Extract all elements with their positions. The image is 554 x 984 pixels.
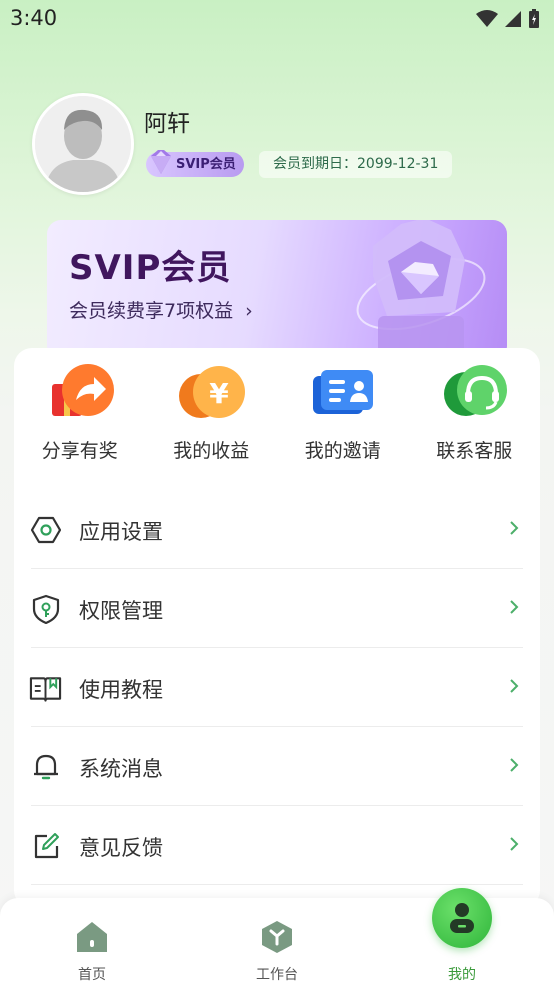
nav-label: 首页: [78, 967, 106, 983]
svg-text:¥: ¥: [210, 377, 230, 410]
diamond-badge-icon: [151, 150, 171, 174]
menu-item-feedback[interactable]: 意见反馈: [31, 806, 523, 885]
bell-icon: [34, 754, 58, 780]
membership-expire: 会员到期日：2099-12-31: [259, 151, 453, 178]
avatar[interactable]: [32, 93, 134, 195]
chevron-right-icon: [509, 757, 519, 777]
menu-item-label: 应用设置: [79, 520, 163, 544]
menu-item-label: 系统消息: [79, 757, 163, 781]
signal-icon: [505, 11, 521, 27]
menu-item-permissions[interactable]: 权限管理: [31, 569, 523, 648]
quick-action-label: 我的收益: [173, 440, 250, 462]
settings-menu: 应用设置 权限管理 使用教程 系统消息 意见反馈: [29, 490, 523, 885]
menu-item-messages[interactable]: 系统消息: [31, 727, 523, 806]
svip-badge: SVIP会员: [146, 150, 244, 177]
avatar-person-icon: [35, 96, 131, 192]
quick-action-earnings[interactable]: ¥ 我的收益: [146, 362, 278, 472]
nav-item-workbench[interactable]: 工作台: [207, 898, 347, 984]
quick-action-invite[interactable]: 我的邀请: [277, 362, 409, 472]
chevron-right-icon: [509, 678, 519, 698]
book-icon: [29, 677, 62, 702]
nav-label: 我的: [448, 967, 476, 983]
menu-item-label: 使用教程: [79, 678, 163, 702]
quick-action-label: 联系客服: [436, 440, 513, 462]
yuan-coin-icon: ¥: [179, 366, 246, 418]
quick-action-label: 分享有奖: [41, 440, 118, 462]
shield-key-icon: [32, 594, 60, 624]
user-icon: [450, 903, 474, 933]
chevron-right-icon: [509, 836, 519, 856]
home-icon: [77, 922, 107, 952]
svip-banner[interactable]: SVIP会员 会员续费享7项权益 ›: [47, 220, 507, 360]
username: 阿轩: [144, 111, 190, 137]
headset-icon: [444, 365, 508, 416]
quick-actions: 分享有奖 ¥ 我的收益 我的邀请 联系客服: [14, 362, 540, 472]
wifi-icon: [476, 10, 498, 27]
gift-share-icon: [51, 364, 114, 416]
battery-icon: [529, 9, 539, 28]
status-time: 3:40: [10, 6, 58, 30]
menu-item-label: 权限管理: [79, 599, 163, 623]
chevron-right-icon: [509, 599, 519, 619]
quick-action-share[interactable]: 分享有奖: [14, 362, 146, 472]
svip-banner-title: SVIP会员: [69, 248, 232, 288]
nav-item-home[interactable]: 首页: [22, 898, 162, 984]
quick-action-label: 我的邀请: [304, 440, 381, 462]
menu-item-tutorial[interactable]: 使用教程: [29, 648, 523, 727]
nav-mine-active-button[interactable]: [432, 888, 492, 948]
menu-item-label: 意见反馈: [79, 836, 163, 860]
menu-item-app-settings[interactable]: 应用设置: [31, 490, 523, 569]
bottom-nav: 首页 工作台 我的: [0, 888, 554, 984]
chevron-right-icon: [509, 520, 519, 540]
hexagon-settings-icon: [31, 516, 61, 544]
svip-banner-subtitle-text: 会员续费享7项权益: [69, 300, 234, 322]
workbench-icon: [262, 921, 292, 953]
nav-label: 工作台: [256, 967, 298, 983]
contact-card-icon: [312, 370, 373, 414]
chevron-right-icon: ›: [245, 300, 253, 322]
quick-action-support[interactable]: 联系客服: [409, 362, 541, 472]
svip-banner-subtitle: 会员续费享7项权益 ›: [69, 296, 253, 323]
crown-diamond-icon: [356, 220, 486, 356]
status-icons: [476, 9, 540, 29]
edit-feedback-icon: [34, 833, 59, 859]
main-panel: 分享有奖 ¥ 我的收益 我的邀请 联系客服 应用设置 权限管理 使用教程 系统消…: [14, 348, 540, 908]
status-bar: 3:40: [0, 0, 554, 40]
svip-badge-label: SVIP会员: [176, 157, 236, 172]
